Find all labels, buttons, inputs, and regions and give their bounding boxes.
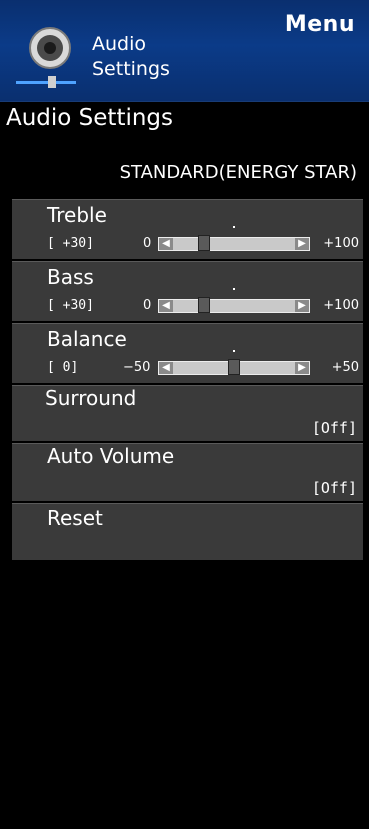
bass-center-tick [233,288,235,290]
auto-volume-item[interactable]: Auto Volume [Off] [12,443,363,501]
section-title: Audio Settings [6,105,174,131]
surround-label: Surround [45,386,137,410]
balance-right-arrow-icon[interactable]: ▶ [295,362,309,374]
bass-slider[interactable]: ◀ ▶ [158,297,310,313]
balance-left-arrow-icon[interactable]: ◀ [159,362,173,374]
balance-max-label: +50 [331,360,359,375]
treble-left-arrow-icon[interactable]: ◀ [159,238,173,250]
balance-slider-thumb[interactable] [228,359,240,375]
treble-slider[interactable]: ◀ ▶ [158,235,310,251]
treble-center-tick [233,226,235,228]
header-title-line1: Audio [92,33,147,55]
auto-volume-value: [Off] [311,479,357,497]
surround-value: [Off] [311,419,357,437]
treble-value: [ +30] [47,236,94,251]
reset-item[interactable]: Reset [12,503,363,560]
balance-label: Balance [47,327,127,351]
treble-label: Treble [47,203,107,227]
treble-right-arrow-icon[interactable]: ▶ [295,238,309,250]
treble-item[interactable]: Treble [ +30] 0 ◀ ▶ +100 [12,199,363,259]
balance-slider[interactable]: ◀ ▶ [158,359,310,375]
treble-slider-thumb[interactable] [198,235,210,251]
bass-min-label: 0 [143,298,152,313]
bass-item[interactable]: Bass [ +30] 0 ◀ ▶ +100 [12,261,363,321]
menu-label[interactable]: Menu [285,12,355,37]
bass-right-arrow-icon[interactable]: ▶ [295,300,309,312]
audio-mode-label[interactable]: STANDARD(ENERGY STAR) [120,162,357,183]
audio-settings-panel: Audio Settings Menu Audio Settings STAND… [0,0,369,829]
header-title-line2: Settings [92,58,170,80]
bass-value: [ +30] [47,298,94,313]
balance-center-tick [233,350,235,352]
balance-min-label: −50 [123,360,151,375]
treble-min-label: 0 [143,236,152,251]
speaker-icon [16,27,76,88]
bass-label: Bass [47,265,94,289]
bass-slider-thumb[interactable] [198,297,210,313]
bass-left-arrow-icon[interactable]: ◀ [159,300,173,312]
balance-item[interactable]: Balance [ 0] −50 ◀ ▶ +50 [12,323,363,383]
reset-label: Reset [47,506,103,530]
auto-volume-label: Auto Volume [47,444,175,468]
bass-max-label: +100 [323,298,359,313]
treble-max-label: +100 [323,236,359,251]
menu-header: Audio Settings Menu [0,0,369,102]
surround-item[interactable]: Surround [Off] [12,385,363,441]
balance-value: [ 0] [47,360,79,375]
